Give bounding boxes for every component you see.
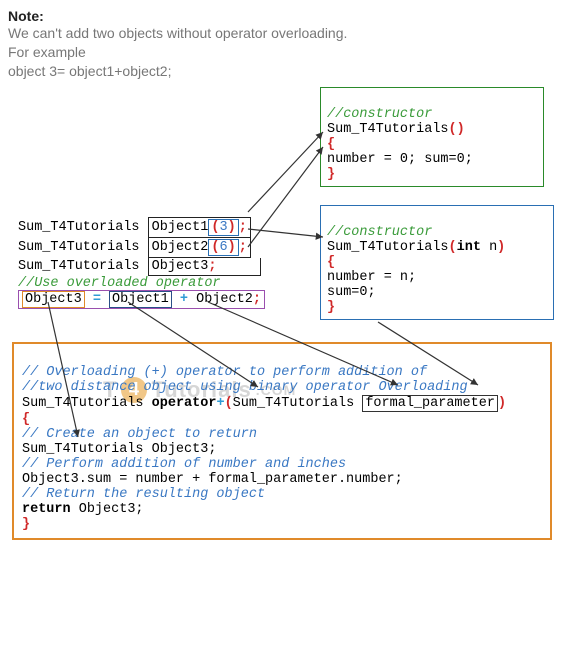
op-c4: // Perform addition of number and inches (22, 457, 346, 472)
decl-o2arg: 6 (219, 240, 227, 255)
op-assign: Object3.sum = number + formal_parameter.… (22, 472, 403, 487)
decl-o1-box: Object1(3); (148, 217, 251, 238)
note-line3: object 3= object1+object2; (8, 63, 171, 79)
constructor-default-box: //constructor Sum_T4Tutorials() { number… (320, 87, 544, 187)
decl-o1-args: (3) (208, 219, 238, 236)
ctor1-comment: //constructor (327, 107, 432, 122)
assign-eq: = (93, 292, 101, 307)
op-retkw: return (22, 502, 71, 517)
op-decl: Sum_T4Tutorials Object3; (22, 442, 216, 457)
decl-o2-box: Object2(6); (148, 238, 251, 258)
op-ret: Sum_T4Tutorials (22, 396, 144, 411)
op-kw: operator (152, 396, 217, 411)
ctor2-name: Sum_T4Tutorials (327, 240, 449, 255)
decl-o3-box: Object3; (148, 258, 261, 276)
ctor1-body: number = 0; sum=0; (327, 152, 473, 167)
ctor2-body2: sum=0; (327, 285, 376, 300)
op-plus: + (216, 396, 224, 411)
op-ptype: Sum_T4Tutorials (233, 396, 355, 411)
decl-type1: Sum_T4Tutorials (18, 220, 140, 235)
assign-lhs: Object3 (22, 291, 85, 308)
op-pname: formal_parameter (362, 395, 498, 412)
op-c2: //two distance object using binary opera… (22, 380, 468, 395)
use-comment: //Use overloaded operator (18, 276, 221, 291)
note-line1: We can't add two objects without operato… (8, 25, 347, 41)
ctor2-pname: n (489, 240, 497, 255)
note-line2: For example (8, 44, 86, 60)
op-c3: // Create an object to return (22, 427, 257, 442)
decl-type3: Sum_T4Tutorials (18, 259, 140, 274)
decl-o2-args: (6) (208, 239, 238, 256)
diagram-area: T 4 Tutorials .COM //constructor Sum_T4T… (8, 87, 553, 627)
op-retobj: Object3; (79, 502, 144, 517)
decl-o1arg: 3 (219, 220, 227, 235)
decl-type2: Sum_T4Tutorials (18, 240, 140, 255)
op-c1: // Overloading (+) operator to perform a… (22, 365, 427, 380)
op-c5: // Return the resulting object (22, 487, 265, 502)
assign-plus: + (180, 292, 188, 307)
assign-rhs2: Object2 (196, 292, 253, 307)
ctor2-ptype: int (457, 240, 481, 255)
decl-o2: Object2 (152, 240, 209, 255)
note-block: Note: We can't add two objects without o… (8, 8, 553, 81)
decl-o3: Object3 (152, 259, 209, 274)
constructor-param-box: //constructor Sum_T4Tutorials(int n) { n… (320, 205, 554, 320)
ctor2-body1: number = n; (327, 270, 416, 285)
ctor1-name: Sum_T4Tutorials (327, 122, 449, 137)
note-title: Note: (8, 8, 553, 24)
declarations-block: Sum_T4Tutorials Object1(3); Sum_T4Tutori… (18, 202, 265, 308)
operator-func-box: // Overloading (+) operator to perform a… (12, 342, 552, 540)
assign-box: Object3 = Object1 + Object2; (18, 290, 265, 309)
note-text: We can't add two objects without operato… (8, 24, 553, 81)
ctor2-comment: //constructor (327, 225, 432, 240)
decl-o1: Object1 (152, 220, 209, 235)
assign-rhs1: Object1 (109, 291, 172, 308)
